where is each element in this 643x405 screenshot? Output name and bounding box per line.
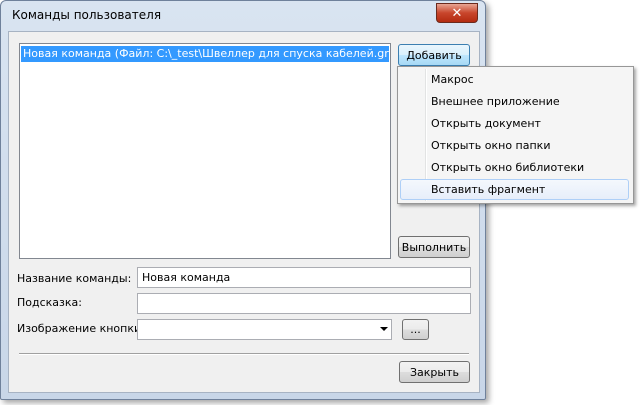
close-icon: ✕	[451, 5, 463, 21]
title-bar[interactable]: Команды пользователя ✕	[1, 1, 485, 31]
menu-item-open-document[interactable]: Открыть документ	[400, 113, 629, 134]
close-window-button[interactable]: ✕	[436, 3, 478, 23]
chevron-down-icon[interactable]	[380, 327, 388, 331]
browse-image-button[interactable]: ...	[402, 319, 429, 340]
button-image-combo[interactable]	[137, 319, 392, 340]
list-item[interactable]: Новая команда (Файл: C:\_test\Швеллер дл…	[21, 46, 389, 62]
menu-item-macro[interactable]: Макрос	[400, 69, 629, 90]
menu-item-external-app[interactable]: Внешнее приложение	[400, 91, 629, 112]
execute-button[interactable]: Выполнить	[398, 236, 470, 258]
menu-item-insert-fragment[interactable]: Вставить фрагмент	[400, 179, 629, 200]
menu-item-open-library[interactable]: Открыть окно библиотеки	[400, 157, 629, 178]
close-button[interactable]: Закрыть	[399, 361, 470, 383]
separator	[19, 353, 469, 355]
add-button[interactable]: Добавить	[398, 44, 470, 66]
hint-label: Подсказка:	[17, 296, 82, 309]
button-image-label: Изображение кнопки:	[17, 322, 145, 335]
commands-list[interactable]: Новая команда (Файл: C:\_test\Швеллер дл…	[19, 43, 391, 259]
add-command-menu: Макрос Внешнее приложение Открыть докуме…	[397, 66, 634, 204]
menu-item-open-folder[interactable]: Открыть окно папки	[400, 135, 629, 156]
hint-field[interactable]	[137, 293, 471, 314]
command-name-field[interactable]: Новая команда	[137, 267, 471, 288]
command-name-label: Название команды:	[17, 272, 132, 285]
window-title: Команды пользователя	[12, 8, 162, 22]
